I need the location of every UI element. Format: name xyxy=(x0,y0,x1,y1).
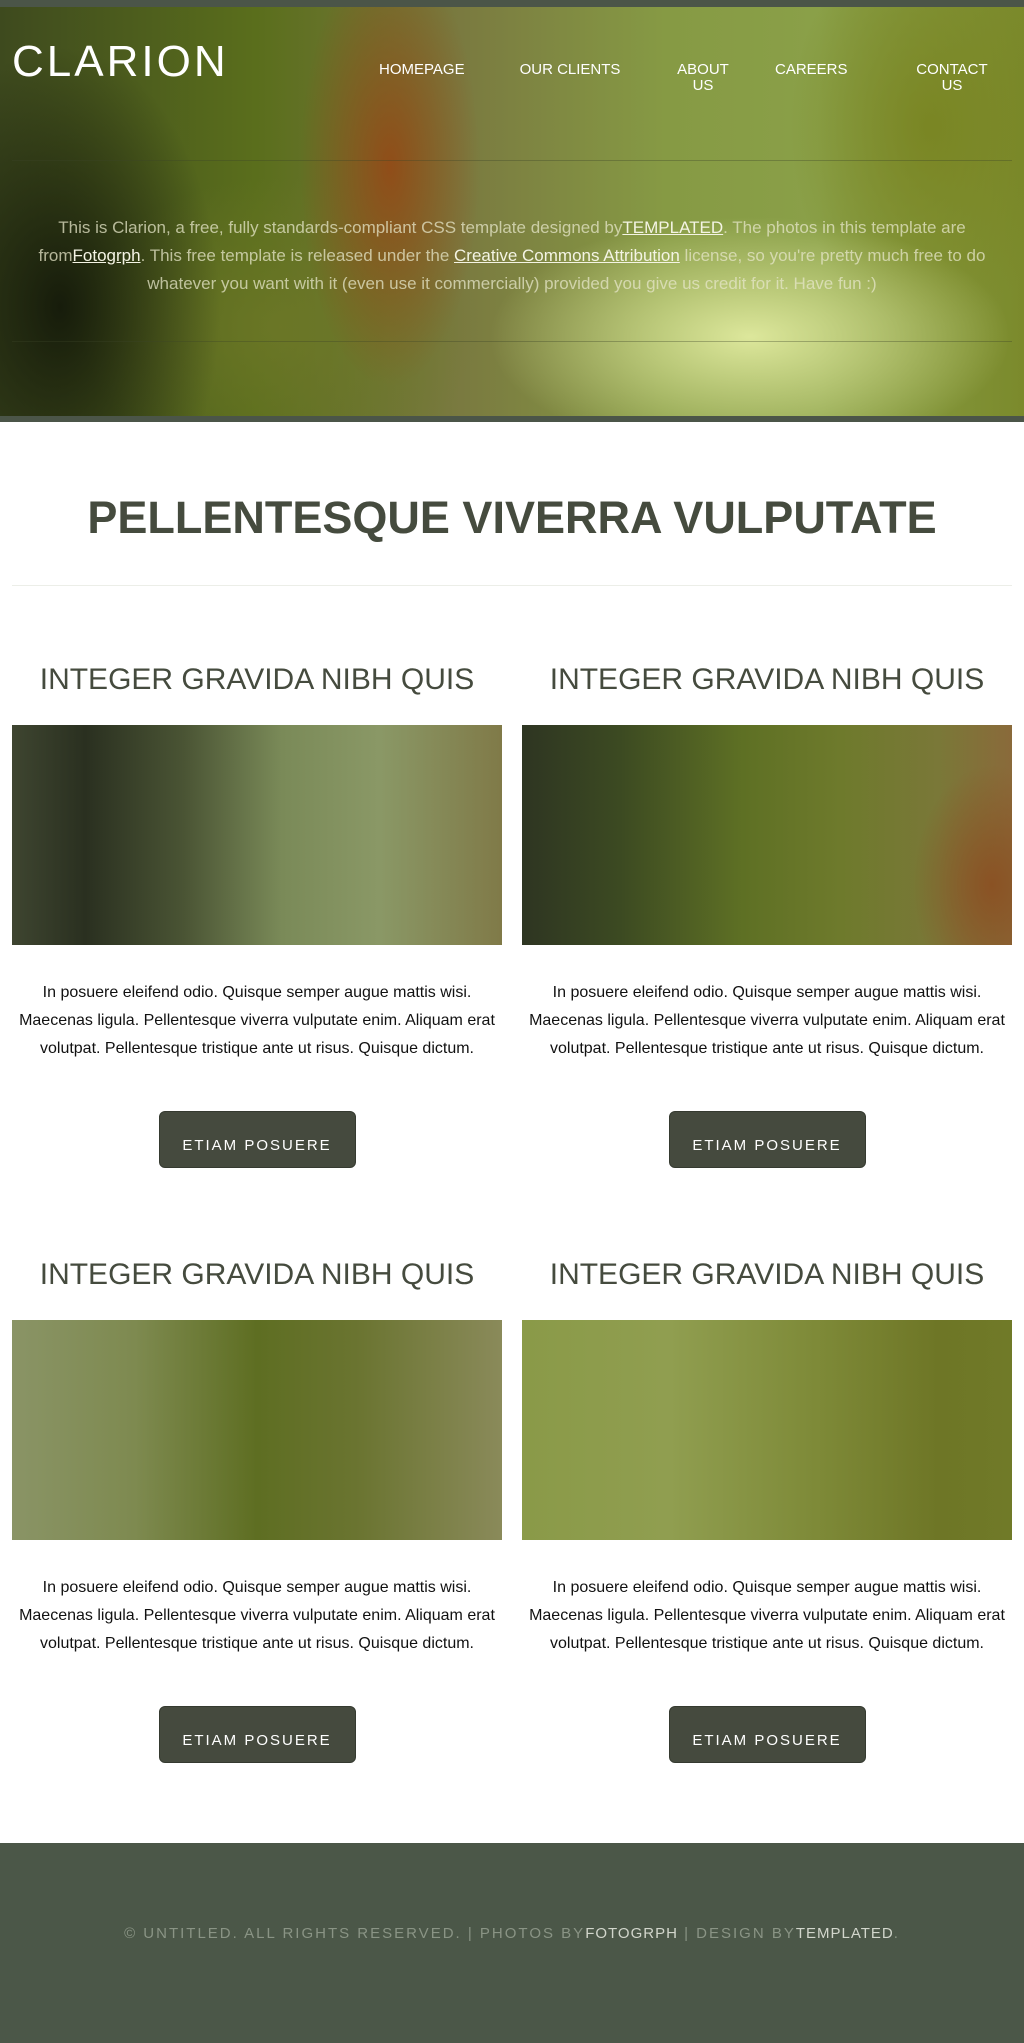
creative-commons-link[interactable]: Creative Commons Attribution xyxy=(454,246,680,265)
etiam-posuere-button[interactable]: ETIAM POSUERE xyxy=(158,1111,356,1168)
intro-text: This is Clarion, a free, fully standards… xyxy=(12,214,1012,298)
card-image xyxy=(522,725,1012,945)
nav-our-clients[interactable]: OUR CLIENTS xyxy=(515,62,625,78)
card-text: In posuere eleifend odio. Quisque semper… xyxy=(529,984,1005,1057)
nav-about-us[interactable]: ABOUT US xyxy=(672,62,734,94)
header-banner: CLARION HOMEPAGE OUR CLIENTS ABOUT US CA… xyxy=(0,0,1024,422)
divider xyxy=(12,341,1012,342)
card-title: INTEGER GRAVIDA NIBH QUIS xyxy=(549,663,985,696)
etiam-posuere-button[interactable]: ETIAM POSUERE xyxy=(668,1706,866,1763)
card: INTEGER GRAVIDA NIBH QUIS In posuere ele… xyxy=(12,657,502,1168)
intro-text-part: This is Clarion, a free, fully standards… xyxy=(58,218,623,237)
intro-text-part: . This free template is released under t… xyxy=(140,246,454,265)
card: INTEGER GRAVIDA NIBH QUIS In posuere ele… xyxy=(12,1252,502,1763)
etiam-posuere-button[interactable]: ETIAM POSUERE xyxy=(158,1706,356,1763)
templated-footer-link[interactable]: TEMPLATED xyxy=(796,1925,894,1942)
copyright: © UNTITLED. ALL RIGHTS RESERVED. | PHOTO… xyxy=(0,1925,1024,1942)
footer-text: . xyxy=(893,1925,900,1942)
nav-careers[interactable]: CAREERS xyxy=(775,62,848,78)
card-text: In posuere eleifend odio. Quisque semper… xyxy=(529,1579,1005,1652)
footer: © UNTITLED. ALL RIGHTS RESERVED. | PHOTO… xyxy=(0,1843,1024,2043)
fotogrph-footer-link[interactable]: FOTOGRPH xyxy=(585,1925,678,1942)
card-text: In posuere eleifend odio. Quisque semper… xyxy=(19,984,495,1057)
card: INTEGER GRAVIDA NIBH QUIS In posuere ele… xyxy=(522,657,1012,1168)
card-image xyxy=(522,1320,1012,1540)
divider xyxy=(12,160,1012,161)
logo[interactable]: CLARION xyxy=(12,37,229,87)
card-title: INTEGER GRAVIDA NIBH QUIS xyxy=(39,1258,475,1291)
card-text: In posuere eleifend odio. Quisque semper… xyxy=(19,1579,495,1652)
nav-homepage[interactable]: HOMEPAGE xyxy=(379,62,465,78)
fotogrph-link[interactable]: Fotogrph xyxy=(73,246,141,265)
footer-text: | DESIGN BY xyxy=(677,1925,796,1942)
card-image xyxy=(12,1320,502,1540)
divider xyxy=(12,585,1012,586)
templated-link[interactable]: TEMPLATED xyxy=(622,218,723,237)
card-title: INTEGER GRAVIDA NIBH QUIS xyxy=(549,1258,985,1291)
footer-text: © UNTITLED. ALL RIGHTS RESERVED. | PHOTO… xyxy=(124,1925,586,1942)
nav-contact-us[interactable]: CONTACT US xyxy=(912,62,992,94)
card-image xyxy=(12,725,502,945)
main-title: PELLENTESQUE VIVERRA VULPUTATE xyxy=(87,492,937,543)
etiam-posuere-button[interactable]: ETIAM POSUERE xyxy=(668,1111,866,1168)
card: INTEGER GRAVIDA NIBH QUIS In posuere ele… xyxy=(522,1252,1012,1763)
card-title: INTEGER GRAVIDA NIBH QUIS xyxy=(39,663,475,696)
